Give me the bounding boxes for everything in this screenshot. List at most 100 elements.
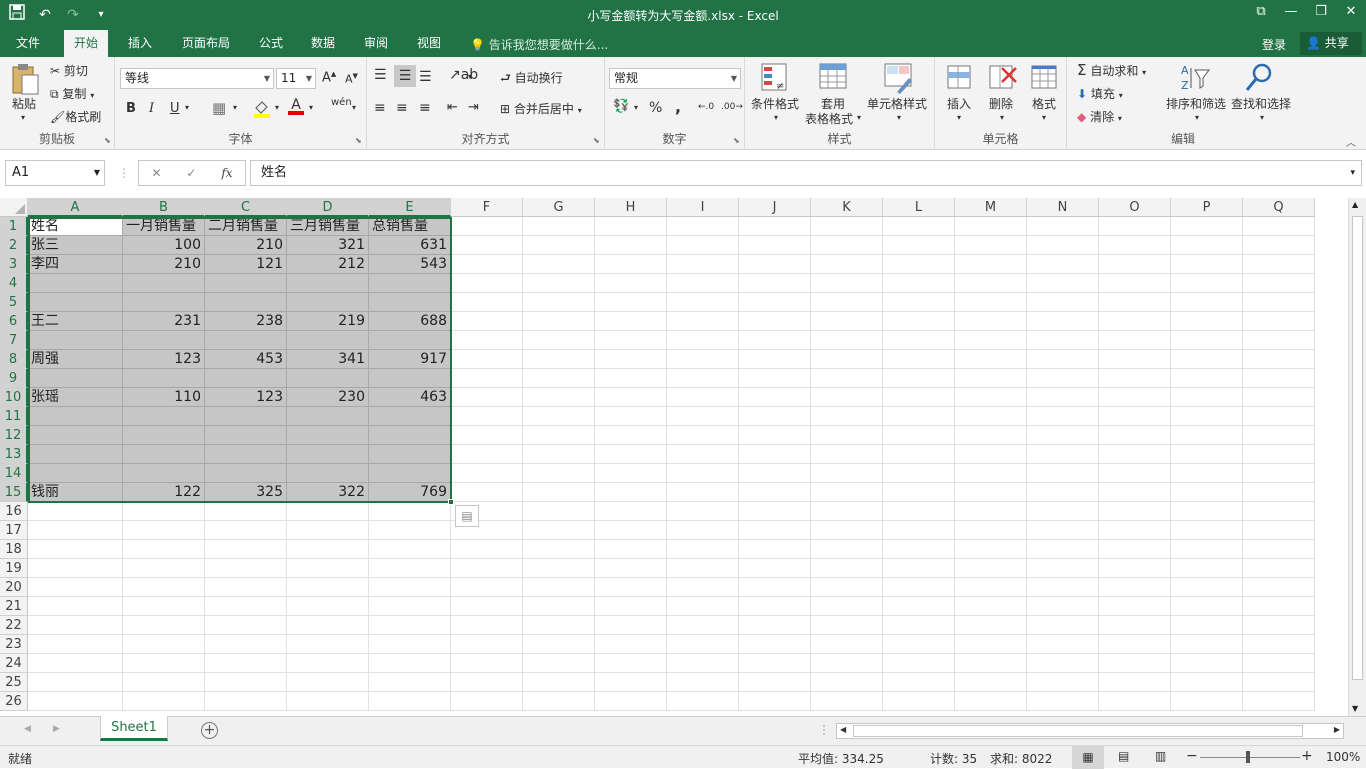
row-header[interactable]: 17 [0, 521, 28, 540]
cell[interactable] [523, 502, 595, 521]
dialog-launcher-icon[interactable]: ⬊ [733, 136, 740, 145]
cell[interactable] [1099, 445, 1171, 464]
cell[interactable] [811, 274, 883, 293]
bold-button[interactable]: B [126, 101, 136, 116]
cell[interactable] [369, 502, 451, 521]
cell[interactable] [451, 673, 523, 692]
cell[interactable] [667, 312, 739, 331]
cell[interactable]: 219 [287, 312, 369, 331]
cell[interactable] [369, 426, 451, 445]
cell[interactable] [955, 331, 1027, 350]
tab-home[interactable]: 开始 [64, 30, 109, 57]
cell[interactable] [123, 274, 205, 293]
cell[interactable] [1099, 331, 1171, 350]
row-header[interactable]: 9 [0, 369, 28, 388]
cell[interactable] [667, 274, 739, 293]
cell[interactable]: 100 [123, 236, 205, 255]
cell[interactable] [28, 521, 123, 540]
cell[interactable] [1027, 597, 1099, 616]
cell[interactable] [1027, 540, 1099, 559]
cell[interactable] [595, 236, 667, 255]
cell[interactable] [883, 597, 955, 616]
cell[interactable] [955, 369, 1027, 388]
cell[interactable] [1099, 388, 1171, 407]
cell[interactable] [1099, 426, 1171, 445]
cell[interactable] [451, 274, 523, 293]
comma-button[interactable]: , [675, 97, 681, 116]
cell[interactable] [451, 236, 523, 255]
cell[interactable] [1243, 407, 1315, 426]
insert-function-icon[interactable]: fx [221, 166, 232, 180]
cell[interactable] [883, 331, 955, 350]
cell[interactable] [523, 236, 595, 255]
cell[interactable] [1171, 673, 1243, 692]
collapse-ribbon-icon[interactable]: ︿ [1346, 134, 1356, 149]
orientation-dropdown-icon[interactable]: ▾ [468, 72, 472, 81]
cell[interactable] [369, 559, 451, 578]
conditional-format-icon[interactable]: ≠ [760, 62, 790, 97]
phonetic-icon[interactable]: wén [331, 97, 352, 108]
row-header[interactable]: 13 [0, 445, 28, 464]
cell[interactable] [1099, 521, 1171, 540]
currency-dropdown-icon[interactable]: ▾ [634, 103, 638, 112]
column-header[interactable]: D [287, 198, 369, 217]
row-header[interactable]: 5 [0, 293, 28, 312]
cell[interactable] [667, 616, 739, 635]
cell[interactable] [369, 540, 451, 559]
cell[interactable] [123, 597, 205, 616]
cell[interactable] [811, 597, 883, 616]
cell[interactable] [369, 369, 451, 388]
cell[interactable]: 543 [369, 255, 451, 274]
cell[interactable] [739, 578, 811, 597]
cell[interactable] [28, 540, 123, 559]
cell[interactable] [523, 654, 595, 673]
cell[interactable] [123, 521, 205, 540]
cell[interactable] [883, 407, 955, 426]
cell[interactable] [369, 464, 451, 483]
border-dropdown-icon[interactable]: ▾ [233, 103, 237, 112]
cell[interactable]: 210 [123, 255, 205, 274]
cell[interactable] [205, 293, 287, 312]
cell[interactable] [883, 673, 955, 692]
cell[interactable] [1243, 217, 1315, 236]
cell[interactable] [667, 331, 739, 350]
cell[interactable] [955, 350, 1027, 369]
scroll-left-icon[interactable]: ◀ [840, 725, 846, 734]
cell[interactable] [523, 293, 595, 312]
cell[interactable] [595, 407, 667, 426]
next-sheet-icon[interactable]: ▶ [53, 724, 60, 734]
column-header[interactable]: L [883, 198, 955, 217]
border-icon[interactable]: ▦ [212, 99, 226, 117]
quick-analysis-icon[interactable]: ▤ [455, 505, 479, 527]
cell[interactable] [955, 217, 1027, 236]
cell[interactable] [811, 654, 883, 673]
cell[interactable] [1099, 578, 1171, 597]
cell[interactable] [28, 293, 123, 312]
conditional-format-label[interactable]: 条件格式 [751, 95, 799, 112]
zoom-slider[interactable] [1200, 757, 1300, 758]
row-header[interactable]: 15 [0, 483, 28, 502]
cell[interactable] [205, 597, 287, 616]
cell[interactable] [1099, 654, 1171, 673]
chevron-down-icon[interactable]: ▾ [957, 113, 961, 122]
cell[interactable] [667, 692, 739, 711]
cell[interactable] [595, 388, 667, 407]
cell[interactable] [1027, 350, 1099, 369]
cell[interactable] [28, 635, 123, 654]
chevron-down-icon[interactable]: ▾ [1000, 113, 1004, 122]
column-header[interactable]: N [1027, 198, 1099, 217]
cell[interactable] [667, 502, 739, 521]
cell[interactable]: 631 [369, 236, 451, 255]
row-header[interactable]: 2 [0, 236, 28, 255]
cell[interactable] [667, 540, 739, 559]
cell[interactable] [1243, 673, 1315, 692]
cell[interactable] [595, 255, 667, 274]
font-size-select[interactable]: 11 ▼ [276, 68, 316, 89]
cell[interactable] [667, 673, 739, 692]
cell[interactable] [123, 578, 205, 597]
cell[interactable] [1099, 236, 1171, 255]
cell[interactable] [883, 635, 955, 654]
cell[interactable] [595, 331, 667, 350]
cell[interactable] [205, 464, 287, 483]
prev-sheet-icon[interactable]: ◀ [24, 724, 31, 734]
